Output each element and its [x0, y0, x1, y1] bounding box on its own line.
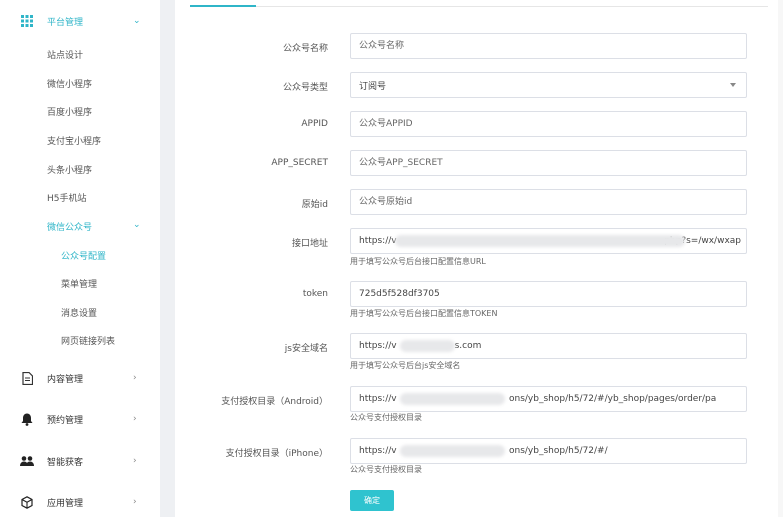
chevron-down-icon: ⌄ — [133, 16, 141, 26]
pay-android-value-start: https://v — [359, 394, 397, 404]
sidebar-group-label: 平台管理 — [47, 17, 84, 28]
redaction-blur — [400, 393, 505, 405]
pay-iphone-hint: 公众号支付授权目录 — [350, 465, 422, 474]
chevron-right-icon: › — [133, 497, 137, 507]
select-value: 订阅号 — [359, 81, 387, 92]
bell-icon — [20, 412, 34, 426]
sidebar-item-site-design[interactable]: 站点设计 — [47, 48, 83, 61]
sidebar-item-webpage-links[interactable]: 网页链接列表 — [61, 334, 115, 347]
api-url-label: 接口地址 — [291, 239, 328, 249]
sidebar-subgroup-label: 微信公众号 — [47, 223, 93, 233]
sidebar-group-label: 内容管理 — [47, 374, 84, 385]
appid-label: APPID — [301, 119, 328, 129]
sidebar-item-baidu-mini[interactable]: 百度小程序 — [47, 105, 92, 118]
sidebar-group-content[interactable]: 内容管理 › — [0, 364, 160, 392]
sidebar-item-message-settings[interactable]: 消息设置 — [61, 306, 97, 319]
pay-iphone-value-start: https://v — [359, 446, 397, 456]
caret-down-icon — [730, 83, 736, 87]
sidebar-item-wechat-mini[interactable]: 微信小程序 — [47, 77, 92, 90]
pay-iphone-value-end: ons/yb_shop/h5/72/#/ — [509, 446, 608, 456]
pay-android-hint: 公众号支付授权目录 — [350, 413, 422, 422]
js-domain-label: js安全域名 — [284, 344, 328, 354]
users-icon — [20, 454, 34, 468]
token-hint: 用于填写公众号后台接口配置信息TOKEN — [350, 309, 498, 318]
pay-android-label: 支付授权目录（Android） — [221, 397, 328, 407]
official-type-select[interactable]: 订阅号 — [350, 72, 747, 98]
sidebar-item-menu-manage[interactable]: 菜单管理 — [61, 277, 97, 290]
api-url-value-start: https://v — [359, 236, 397, 246]
js-domain-value-end: s.com — [454, 341, 482, 351]
pay-iphone-label: 支付授权目录（iPhone） — [225, 449, 328, 459]
sidebar-group-platform[interactable]: 平台管理 ⌄ — [0, 7, 160, 35]
sidebar-item-official-config[interactable]: 公众号配置 — [61, 249, 106, 262]
official-name-input[interactable] — [350, 33, 747, 59]
app-secret-input[interactable] — [350, 150, 747, 176]
chevron-right-icon: › — [133, 373, 137, 383]
origin-id-label: 原始id — [301, 200, 328, 210]
token-label: token — [302, 289, 328, 299]
tab-bar — [190, 0, 768, 7]
sidebar-subgroup-wechat-official[interactable]: 微信公众号 ⌄ — [47, 220, 152, 233]
appid-input[interactable] — [350, 111, 747, 137]
sidebar-group-apps[interactable]: 应用管理 › — [0, 488, 160, 516]
sidebar-group-label: 应用管理 — [47, 498, 84, 509]
scrollbar[interactable] — [778, 0, 783, 517]
layout-gutter — [160, 0, 175, 517]
redaction-blur — [395, 235, 685, 247]
sidebar: 平台管理 ⌄ 站点设计 微信小程序 百度小程序 支付宝小程序 头条小程序 H5手… — [0, 0, 160, 517]
sidebar-item-alipay-mini[interactable]: 支付宝小程序 — [47, 134, 101, 147]
redaction-blur — [400, 340, 455, 352]
secret-label: APP_SECRET — [271, 158, 328, 168]
chevron-down-icon: ⌄ — [133, 220, 141, 230]
js-domain-value-start: https://v — [359, 341, 397, 351]
cube-icon — [20, 495, 34, 509]
js-domain-hint: 用于填写公众号后台js安全域名 — [350, 361, 461, 370]
grid-icon — [20, 14, 34, 28]
submit-button[interactable]: 确定 — [350, 490, 394, 511]
sidebar-item-h5-site[interactable]: H5手机站 — [47, 191, 87, 204]
chevron-right-icon: › — [133, 414, 137, 424]
sidebar-group-label: 智能获客 — [47, 457, 84, 468]
document-icon — [20, 371, 34, 385]
sidebar-group-acquisition[interactable]: 智能获客 › — [0, 447, 160, 475]
origin-id-input[interactable] — [350, 189, 747, 215]
api-url-hint: 用于填写公众号后台接口配置信息URL — [350, 257, 486, 266]
name-label: 公众号名称 — [282, 44, 328, 54]
sidebar-group-label: 预约管理 — [47, 415, 84, 426]
chevron-right-icon: › — [133, 456, 137, 466]
token-input[interactable] — [350, 281, 747, 307]
sidebar-item-toutiao-mini[interactable]: 头条小程序 — [47, 163, 92, 176]
type-label: 公众号类型 — [282, 83, 328, 93]
tab-active-indicator[interactable] — [190, 5, 256, 7]
redaction-blur — [400, 445, 505, 457]
sidebar-group-booking[interactable]: 预约管理 › — [0, 405, 160, 433]
pay-android-value-end: ons/yb_shop/h5/72/#/yb_shop/pages/order/… — [509, 394, 717, 404]
